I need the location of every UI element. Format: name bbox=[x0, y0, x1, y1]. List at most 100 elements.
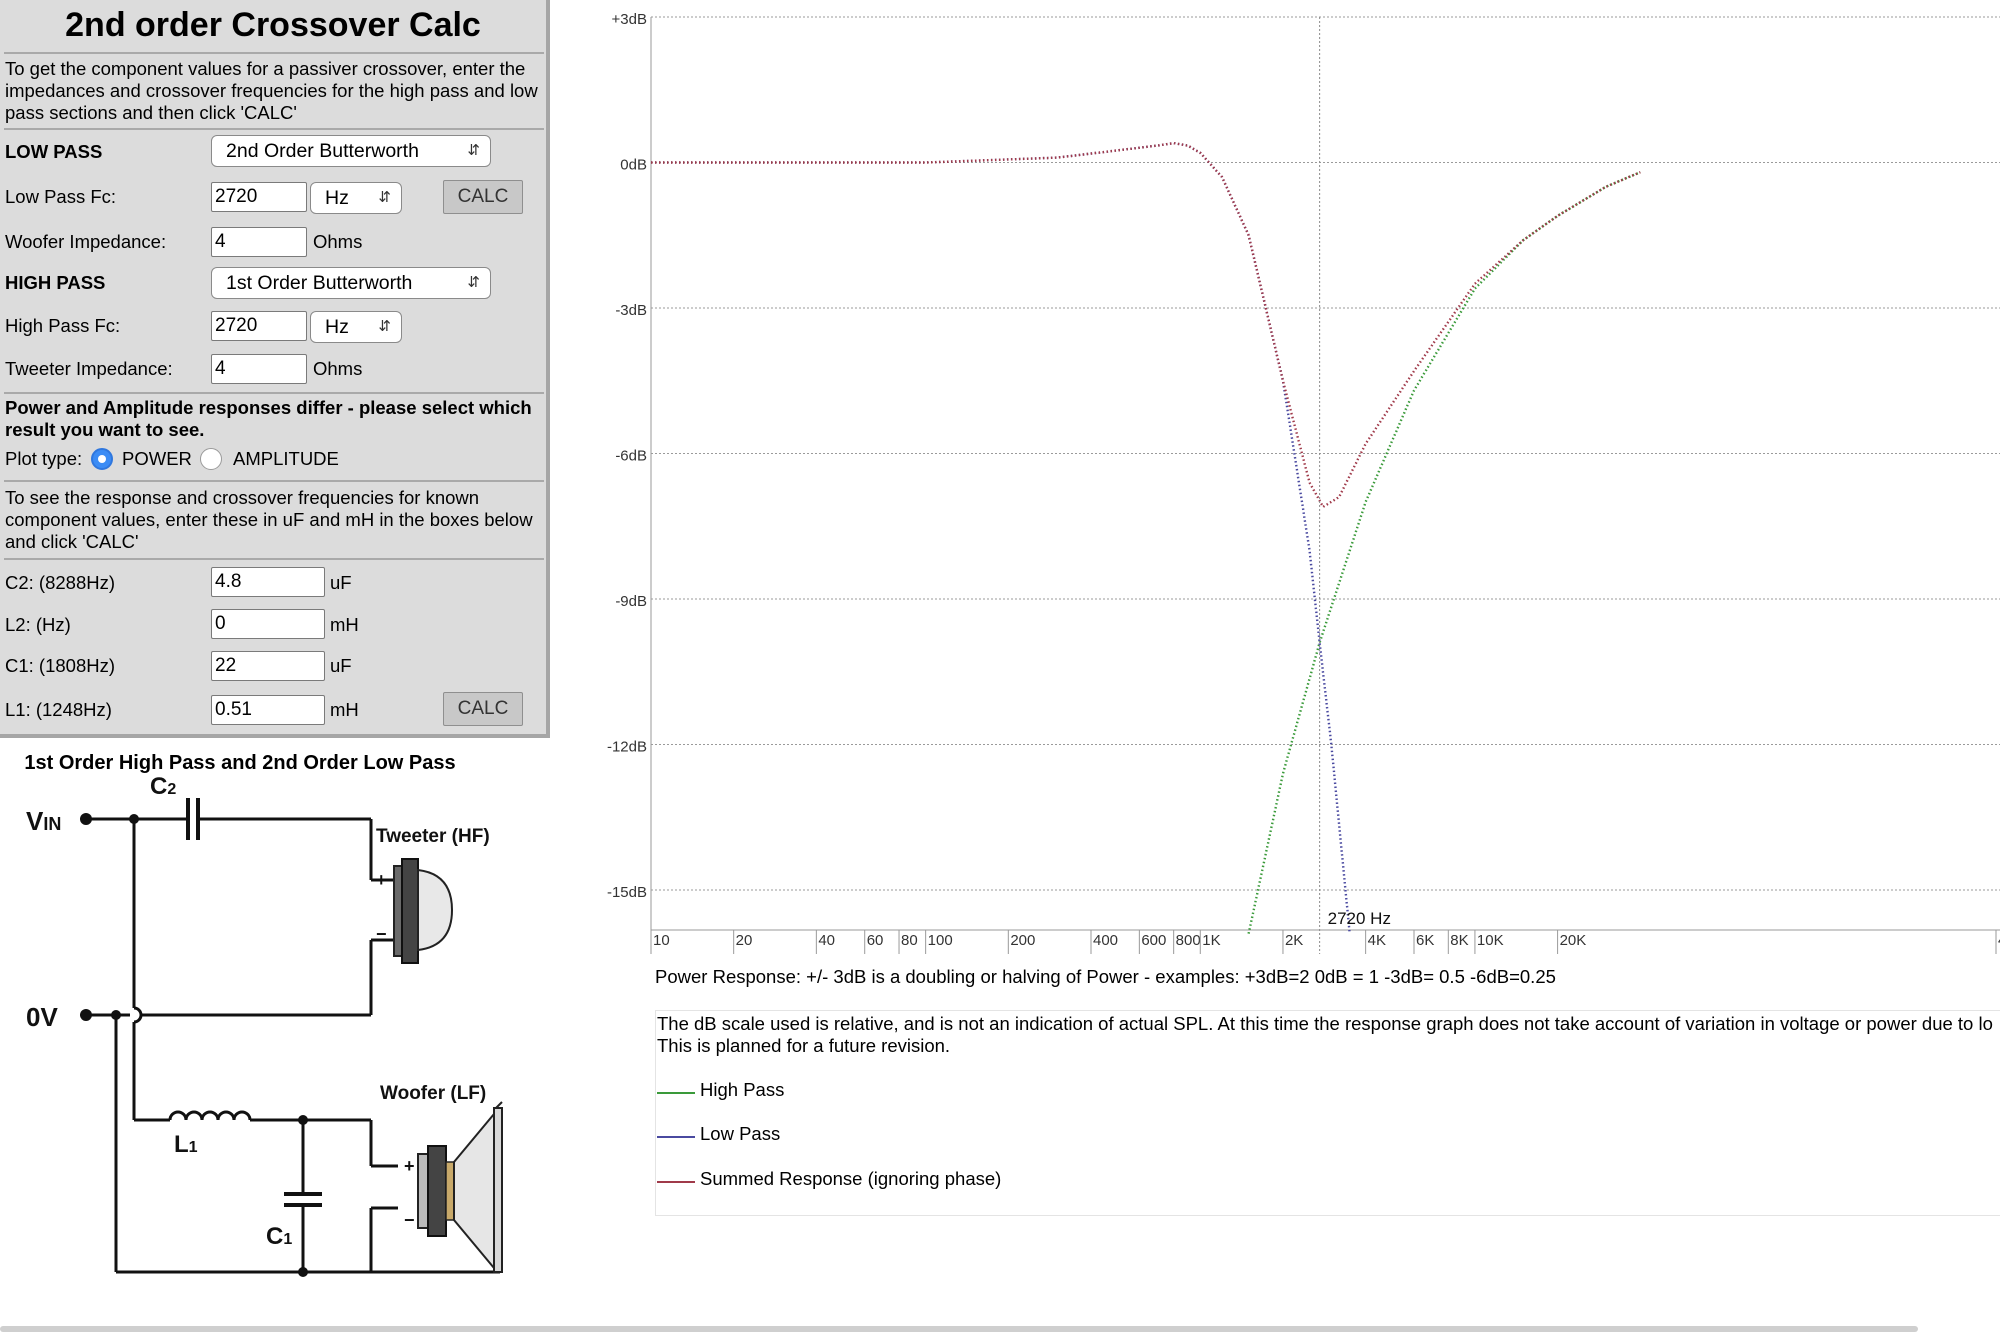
l2-input[interactable]: 0 bbox=[211, 609, 325, 639]
c1-unit: uF bbox=[330, 655, 352, 676]
tweeter-plus-label: + bbox=[376, 870, 387, 890]
horizontal-scrollbar[interactable] bbox=[0, 1326, 1918, 1332]
crossover-calc-panel: 2nd order Crossover Calc To get the comp… bbox=[0, 0, 550, 738]
high-pass-fc-unit-value: Hz bbox=[325, 316, 349, 338]
l1-input[interactable]: 0.51 bbox=[211, 695, 325, 725]
c1-input[interactable]: 22 bbox=[211, 651, 325, 681]
response-note: Power and Amplitude responses differ - p… bbox=[5, 397, 532, 440]
c2-input[interactable]: 4.8 bbox=[211, 567, 325, 597]
legend-swatch bbox=[657, 1136, 695, 1138]
x-tick-label: 60 bbox=[867, 932, 884, 949]
c2-symbol-label: C bbox=[150, 773, 167, 800]
x-tick-label: 100 bbox=[928, 932, 953, 949]
svg-text:VIN: VIN bbox=[26, 806, 61, 836]
divider bbox=[4, 128, 544, 130]
x-tick-label: 10 bbox=[653, 932, 670, 949]
legend-label: High Pass bbox=[700, 1079, 785, 1100]
known-values-note: To see the response and crossover freque… bbox=[5, 487, 533, 552]
x-tick-label: 8K bbox=[1450, 932, 1468, 949]
y-tick-label: -9dB bbox=[615, 593, 647, 610]
tweeter-impedance-unit: Ohms bbox=[313, 358, 363, 379]
plot-amplitude-label: AMPLITUDE bbox=[233, 448, 339, 469]
x-tick-label: 600 bbox=[1141, 932, 1166, 949]
legend-swatch bbox=[657, 1092, 695, 1094]
series-line bbox=[651, 141, 1641, 509]
low-pass-fc-unit-value: Hz bbox=[325, 187, 349, 209]
series-line bbox=[1247, 171, 1641, 934]
woofer-impedance-input[interactable]: 4 bbox=[211, 227, 307, 257]
high-pass-fc-input[interactable]: 2720 bbox=[211, 311, 307, 341]
plot-power-radio[interactable] bbox=[91, 448, 113, 470]
l2-unit: mH bbox=[330, 614, 359, 635]
c1-sub-label: 1 bbox=[283, 1231, 292, 1248]
zero-v-label: 0V bbox=[26, 1002, 58, 1032]
tweeter-label: Tweeter (HF) bbox=[376, 826, 490, 847]
c1-symbol-label: C bbox=[266, 1223, 283, 1250]
legend-label: Low Pass bbox=[700, 1123, 781, 1144]
db-scale-note-line2: This is planned for a future revision. bbox=[657, 1035, 951, 1056]
c2-label: C2: (8288Hz) bbox=[5, 572, 116, 593]
low-pass-fc-input[interactable]: 2720 bbox=[211, 182, 307, 212]
tweeter-impedance-input[interactable]: 4 bbox=[211, 354, 307, 384]
high-pass-heading: HIGH PASS bbox=[5, 272, 106, 293]
c2-unit: uF bbox=[330, 572, 352, 593]
woofer-plus-label: + bbox=[404, 1156, 415, 1176]
l2-label: L2: (Hz) bbox=[5, 614, 71, 635]
x-tick-label: 20K bbox=[1560, 932, 1587, 949]
y-tick-label: -6dB bbox=[615, 448, 647, 465]
series-line bbox=[651, 141, 1351, 934]
plot-power-label: POWER bbox=[122, 448, 192, 469]
updown-chevron-icon: ⇵ bbox=[467, 142, 480, 159]
schematic-title: 1st Order High Pass and 2nd Order Low Pa… bbox=[24, 752, 455, 774]
y-tick-label: -3dB bbox=[615, 302, 647, 319]
x-tick-label: 6K bbox=[1416, 932, 1434, 949]
tweeter-minus-label: − bbox=[376, 924, 387, 944]
high-pass-fc-unit-select[interactable]: Hz ⇵ bbox=[310, 311, 402, 343]
high-pass-fc-label: High Pass Fc: bbox=[5, 315, 121, 336]
low-pass-heading: LOW PASS bbox=[5, 141, 103, 162]
x-tick-label: 2K bbox=[1285, 932, 1303, 949]
vin-sub-label: IN bbox=[43, 814, 61, 834]
crossover-marker: 2720 Hz bbox=[1319, 17, 1391, 954]
l1-symbol-label: L bbox=[174, 1131, 189, 1158]
low-pass-filter-select[interactable]: 2nd Order Butterworth ⇵ bbox=[211, 135, 491, 167]
power-response-note: Power Response: +/- 3dB is a doubling or… bbox=[655, 966, 1556, 987]
updown-chevron-icon: ⇵ bbox=[378, 318, 391, 335]
tweeter-impedance-label: Tweeter Impedance: bbox=[5, 358, 173, 379]
crossover-label: 2720 Hz bbox=[1328, 909, 1391, 928]
intro-text: To get the component values for a passiv… bbox=[5, 58, 538, 123]
calc-button-top[interactable]: CALC bbox=[443, 180, 523, 214]
c2-sub-label: 2 bbox=[167, 781, 176, 798]
calc-button-bottom[interactable]: CALC bbox=[443, 692, 523, 726]
plot-amplitude-radio[interactable] bbox=[200, 448, 222, 470]
updown-chevron-icon: ⇵ bbox=[467, 274, 480, 291]
x-tick-label: 40 bbox=[818, 932, 835, 949]
woofer-minus-label: − bbox=[404, 1210, 415, 1230]
x-tick-label: 1K bbox=[1202, 932, 1220, 949]
chart-grid bbox=[651, 16, 2000, 891]
crossover-schematic: 1st Order High Pass and 2nd Order Low Pa… bbox=[24, 752, 503, 1277]
c1-label: C1: (1808Hz) bbox=[5, 655, 116, 676]
page-title: 2nd order Crossover Calc bbox=[65, 6, 481, 44]
chart-series bbox=[651, 141, 1641, 934]
low-pass-fc-unit-select[interactable]: Hz ⇵ bbox=[310, 182, 402, 214]
l1-sub-label: 1 bbox=[189, 1139, 198, 1156]
x-tick-label: 80 bbox=[901, 932, 918, 949]
tweeter-icon bbox=[393, 858, 454, 964]
y-tick-label: -15dB bbox=[607, 884, 647, 901]
x-tick-label: 10K bbox=[1477, 932, 1504, 949]
low-pass-fc-label: Low Pass Fc: bbox=[5, 186, 117, 207]
divider bbox=[4, 52, 544, 54]
x-tick-label: 400 bbox=[1093, 932, 1118, 949]
woofer-label: Woofer (LF) bbox=[380, 1083, 486, 1104]
y-tick-label: 0dB bbox=[620, 157, 647, 174]
svg-text:C1: C1 bbox=[266, 1223, 292, 1250]
updown-chevron-icon: ⇵ bbox=[378, 189, 391, 206]
divider bbox=[4, 480, 544, 482]
chart-axes: +3dB 0dB -3dB -6dB -9dB -12dB -15dB 10 20 40 60 80 1… bbox=[607, 11, 2000, 954]
svg-text:L1: L1 bbox=[174, 1131, 198, 1158]
low-pass-filter-value: 2nd Order Butterworth bbox=[226, 140, 419, 162]
x-tick-label: 20 bbox=[736, 932, 753, 949]
high-pass-filter-select[interactable]: 1st Order Butterworth ⇵ bbox=[211, 267, 491, 299]
high-pass-filter-value: 1st Order Butterworth bbox=[226, 272, 413, 294]
